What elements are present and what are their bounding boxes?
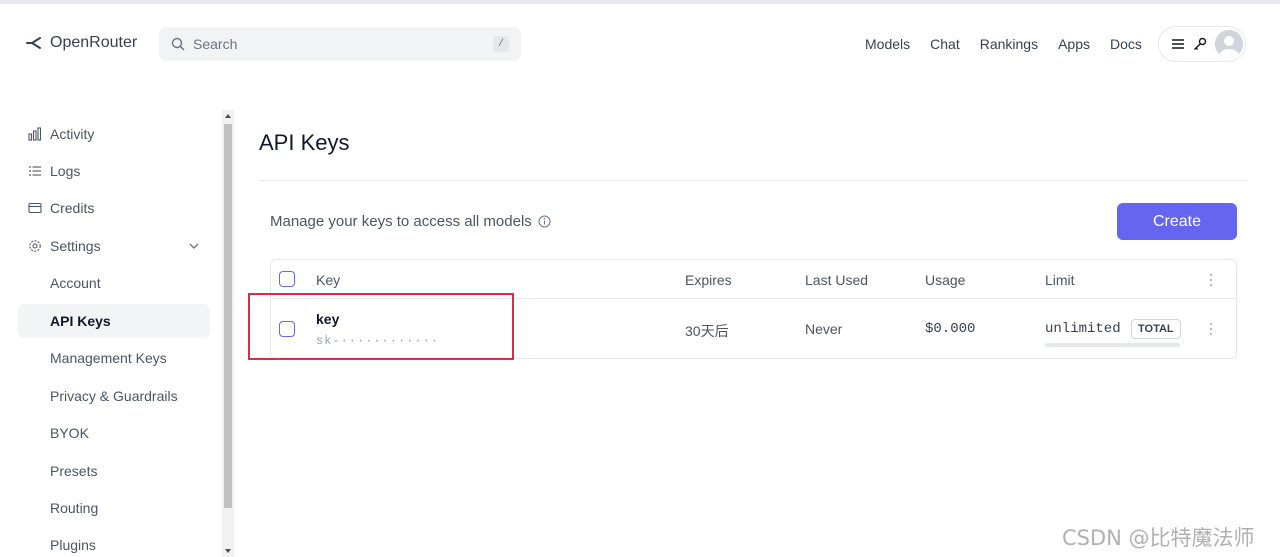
sidebar-item-label: Routing (50, 500, 99, 516)
title-divider (259, 180, 1247, 181)
page-subtitle: Manage your keys to access all models (270, 213, 551, 230)
info-icon[interactable] (538, 215, 551, 228)
sidebar-item-label: Logs (50, 163, 81, 179)
openrouter-logo-icon (26, 37, 41, 49)
scrollbar-thumb[interactable] (224, 124, 232, 508)
column-options-icon[interactable] (1209, 273, 1213, 287)
search-box[interactable]: / (159, 27, 521, 61)
limit-progress-bar (1045, 343, 1180, 347)
annotation-highlight-box (248, 293, 514, 360)
sidebar-item-label: Activity (50, 126, 95, 142)
brand-name: OpenRouter (50, 34, 138, 51)
list-icon (29, 166, 41, 176)
nav-rankings[interactable]: Rankings (980, 36, 1038, 52)
user-menu-button[interactable] (1158, 26, 1246, 62)
sidebar-item-label: API Keys (50, 313, 111, 329)
column-header-usage: Usage (925, 272, 966, 288)
sidebar-scrollbar[interactable] (222, 110, 234, 557)
sidebar-item-label: Plugins (50, 537, 96, 553)
top-nav: Models Chat Rankings Apps Docs (865, 36, 1142, 52)
nav-docs[interactable]: Docs (1110, 36, 1142, 52)
search-icon (171, 37, 185, 51)
top-header: OpenRouter / Models Chat Rankings Apps D… (0, 4, 1280, 84)
sidebar-item-label: Presets (50, 463, 98, 479)
sidebar-item-credits[interactable]: Credits (18, 191, 210, 225)
key-icon (1194, 37, 1207, 50)
sidebar-item-label: BYOK (50, 425, 89, 441)
search-shortcut-hint: / (493, 36, 509, 52)
sidebar-item-label: Account (50, 275, 101, 291)
sidebar: Activity Logs Credits Settings Account A… (0, 110, 236, 557)
sidebar-item-settings[interactable]: Settings (18, 229, 210, 263)
credit-card-icon (28, 202, 42, 214)
sidebar-item-routing[interactable]: Routing (18, 491, 210, 525)
watermark: CSDN @比特魔法师 (1062, 526, 1255, 550)
brand-logo[interactable]: OpenRouter (26, 34, 137, 52)
chevron-down-icon (189, 243, 199, 249)
user-avatar-icon (1215, 30, 1243, 58)
nav-models[interactable]: Models (865, 36, 910, 52)
sidebar-item-label: Settings (50, 238, 101, 254)
page-title: API Keys (259, 130, 350, 155)
sidebar-item-logs[interactable]: Logs (18, 154, 210, 188)
scroll-up-arrow-icon[interactable] (224, 112, 232, 120)
nav-chat[interactable]: Chat (930, 36, 960, 52)
key-last-used: Never (805, 321, 843, 337)
column-header-key: Key (316, 272, 341, 288)
sidebar-item-label: Management Keys (50, 350, 167, 366)
sidebar-item-privacy-guardrails[interactable]: Privacy & Guardrails (18, 379, 210, 413)
row-actions-icon[interactable] (1209, 322, 1213, 336)
sidebar-item-management-keys[interactable]: Management Keys (18, 341, 210, 375)
avatar (1215, 30, 1243, 58)
sidebar-item-presets[interactable]: Presets (18, 454, 210, 488)
select-all-checkbox[interactable] (279, 271, 295, 287)
column-header-expires: Expires (685, 272, 732, 288)
hamburger-menu-icon (1172, 39, 1184, 49)
sidebar-item-plugins[interactable]: Plugins (18, 528, 210, 557)
sidebar-item-label: Credits (50, 200, 95, 216)
sidebar-item-label: Privacy & Guardrails (50, 388, 178, 404)
column-header-last-used: Last Used (805, 272, 869, 288)
scroll-down-arrow-icon[interactable] (224, 547, 232, 555)
sidebar-item-activity[interactable]: Activity (18, 117, 210, 151)
nav-apps[interactable]: Apps (1058, 36, 1090, 52)
key-usage: $0.000 (925, 321, 976, 337)
subtitle-text: Manage your keys to access all models (270, 213, 532, 230)
create-key-button[interactable]: Create (1117, 203, 1237, 240)
sidebar-item-account[interactable]: Account (18, 266, 210, 300)
gear-icon (29, 240, 41, 252)
column-header-limit: Limit (1045, 272, 1075, 288)
limit-type-badge: TOTAL (1131, 319, 1181, 339)
key-expires: 30天后 (685, 323, 729, 339)
search-input[interactable] (193, 36, 483, 52)
sidebar-item-byok[interactable]: BYOK (18, 416, 210, 450)
sidebar-item-api-keys[interactable]: API Keys (18, 304, 210, 338)
bar-chart-icon (28, 127, 42, 141)
key-limit: unlimited (1045, 321, 1121, 337)
